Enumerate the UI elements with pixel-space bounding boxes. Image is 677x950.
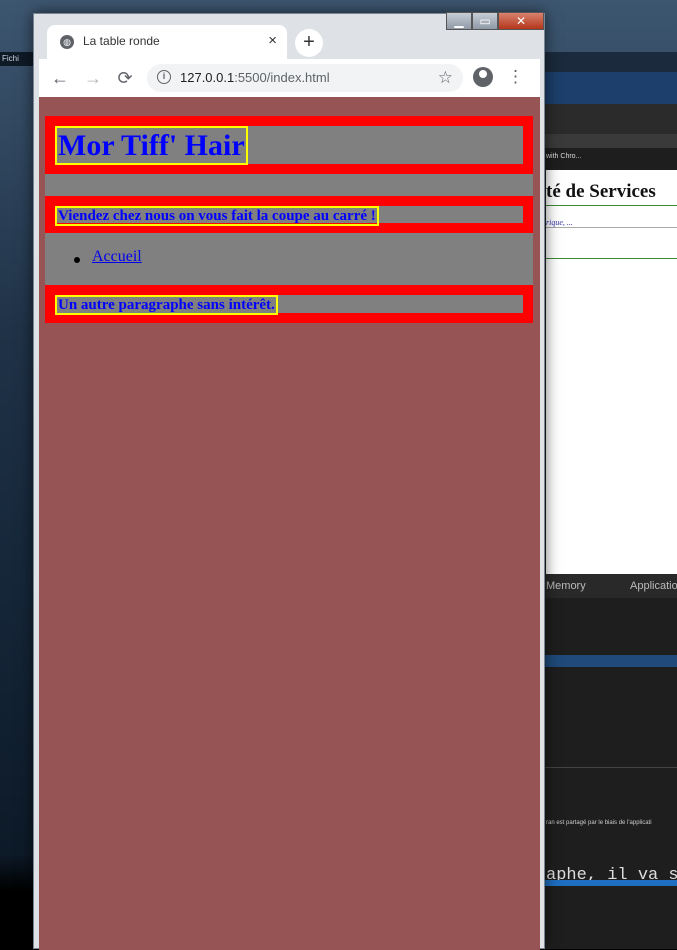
browser-toolbar: ← → ⟳ i 127.0.0.1:5500/index.html ☆ ⋮	[39, 59, 540, 97]
background-page-heading: té de Services	[546, 181, 656, 202]
browser-window: ▁ ▭ ✕ ◍ La table ronde × + ← → ⟳ i 127.0…	[33, 12, 545, 950]
back-arrow-icon[interactable]: ←	[49, 67, 71, 89]
browser-tab[interactable]: ◍ La table ronde ×	[47, 25, 287, 59]
list-bullet	[74, 257, 80, 263]
devtools-tab-memory[interactable]: Memory	[546, 580, 586, 592]
new-tab-button[interactable]: +	[295, 29, 323, 57]
reload-icon[interactable]: ⟳	[114, 67, 136, 89]
nav-list: Accueil	[45, 233, 533, 285]
web-page: Mor Tiff' Hair Viendez chez nous on vous…	[39, 97, 540, 950]
devtools-tabbar: Memory Application	[540, 574, 677, 598]
nav-link-accueil[interactable]: Accueil	[92, 248, 142, 266]
maximize-button[interactable]: ▭	[472, 12, 498, 30]
bookmark-star-icon[interactable]: ☆	[438, 68, 453, 88]
header-box: Mor Tiff' Hair	[45, 116, 533, 174]
close-window-button[interactable]: ✕	[498, 12, 544, 30]
tagline-box: Viendez chez nous on vous fait la coupe …	[45, 196, 533, 233]
devtools-selected-row	[540, 655, 677, 667]
background-window-titlebar	[540, 52, 677, 104]
tagline-text: Viendez chez nous on vous fait la coupe …	[55, 206, 379, 226]
url-text: 127.0.0.1:5500/index.html	[180, 70, 330, 85]
background-window-toolbar	[540, 104, 677, 135]
account-icon[interactable]	[473, 67, 493, 87]
paragraph-text: Un autre paragraphe sans intérêt.	[55, 295, 278, 315]
close-tab-icon[interactable]: ×	[268, 32, 277, 49]
screen-share-notice: ran est partagé par le biais de l'applic…	[546, 820, 652, 826]
paragraph-box: Un autre paragraphe sans intérêt.	[45, 285, 533, 323]
background-window-tabbar	[540, 134, 677, 148]
menu-kebab-icon[interactable]: ⋮	[507, 66, 524, 88]
background-window[interactable]: with Chro... té de Services rique, ... M…	[540, 52, 677, 949]
background-window-caption: with Chro...	[546, 153, 582, 160]
address-bar[interactable]: i 127.0.0.1:5500/index.html ☆	[147, 64, 463, 92]
minimize-button[interactable]: ▁	[446, 12, 472, 30]
page-title: Mor Tiff' Hair	[55, 126, 248, 165]
window-controls: ▁ ▭ ✕	[446, 12, 544, 32]
info-icon[interactable]: i	[157, 70, 171, 84]
devtools-divider	[540, 767, 677, 768]
tab-title: La table ronde	[83, 34, 160, 48]
globe-icon: ◍	[60, 35, 74, 49]
url-host: 127.0.0.1	[180, 70, 235, 85]
devtools-tab-application[interactable]: Application	[630, 580, 677, 592]
spacer-block	[45, 174, 533, 196]
background-page-link[interactable]: rique, ...	[546, 218, 573, 227]
background-page-preview: té de Services rique, ...	[546, 170, 677, 577]
url-path: :5500/index.html	[234, 70, 330, 85]
forward-arrow-icon[interactable]: →	[82, 67, 104, 89]
status-bar	[540, 880, 677, 886]
